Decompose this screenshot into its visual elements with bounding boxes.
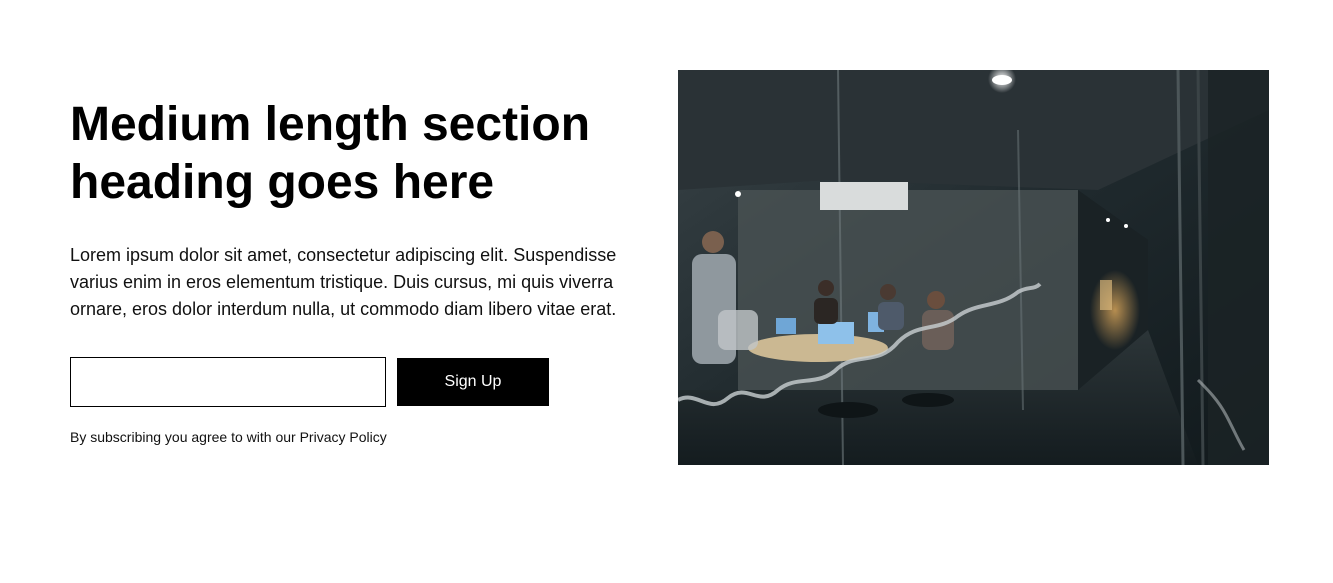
privacy-policy-link[interactable]: Privacy Policy bbox=[300, 429, 387, 445]
office-meeting-photo bbox=[678, 70, 1269, 465]
terms-text: By subscribing you agree to with our bbox=[70, 429, 296, 445]
content-column: Medium length section heading goes here … bbox=[70, 96, 650, 446]
terms-notice: By subscribing you agree to with our Pri… bbox=[70, 428, 650, 446]
photo-illustration bbox=[678, 70, 1269, 465]
signup-form: Sign Up bbox=[70, 357, 650, 407]
email-input[interactable] bbox=[70, 357, 386, 407]
section-heading: Medium length section heading goes here bbox=[70, 98, 591, 209]
section-description: Lorem ipsum dolor sit amet, consectetur … bbox=[70, 245, 617, 319]
sign-up-button[interactable]: Sign Up bbox=[397, 358, 549, 406]
signup-section: Medium length section heading goes here … bbox=[0, 0, 1333, 583]
